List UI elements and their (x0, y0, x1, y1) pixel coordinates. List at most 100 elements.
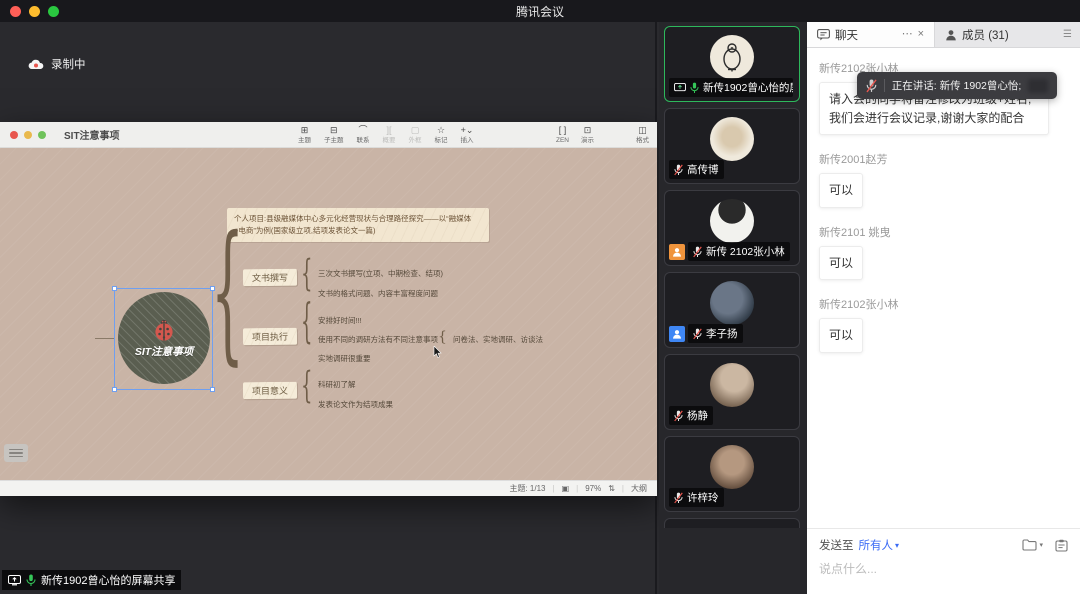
avatar (710, 363, 754, 407)
screen-share-icon (674, 83, 686, 93)
chat-bubble-icon (817, 29, 830, 41)
connector-line (95, 338, 115, 339)
mic-muted-icon (674, 164, 683, 176)
xmind-titlebar: SIT注意事项 ⊞主题 ⊟子主题 ⌒联系 ][概要 ▢外框 ☆标记 +⌄插入 [… (0, 122, 657, 148)
tab-members-label: 成员 (31) (962, 27, 1009, 43)
central-topic[interactable]: SIT注意事项 (118, 292, 210, 384)
branch-label-1[interactable]: 文书撰写 (243, 269, 297, 286)
participant-name: 李子扬 (706, 326, 738, 341)
close-panel-icon[interactable]: × (918, 29, 924, 40)
participant-name: 新传 2102张小林 (706, 244, 785, 259)
sub-brace: { (438, 329, 447, 345)
video-tile[interactable]: 许梓玲 (664, 436, 800, 512)
speaking-toast-text: 正在讲话: 新传 1902曾心怡; (892, 78, 1022, 93)
zoom-level[interactable]: 97% (585, 484, 601, 493)
chevron-down-icon[interactable]: ▾ (895, 541, 899, 550)
chat-input[interactable] (819, 562, 1068, 576)
topic-button[interactable]: ⊞主题 (298, 126, 311, 145)
window-titlebar: 腾讯会议 (0, 0, 1080, 22)
message-bubble: 可以 (819, 246, 863, 281)
zen-icon: [ ] (559, 126, 567, 137)
member-role-icon (669, 326, 685, 342)
xmind-toolbar-right: [ ]ZEN ⊡演示 ◫格式 (556, 122, 649, 148)
tab-members[interactable]: 成员 (31) (935, 22, 1019, 47)
avatar (710, 445, 754, 489)
participant-name-chip: 新传1902曾心怡的屏... (669, 78, 793, 97)
file-button[interactable]: ▾ (1022, 539, 1043, 551)
central-topic-label: SIT注意事项 (135, 344, 193, 359)
participant-name: 许梓玲 (687, 490, 719, 505)
presentation-button[interactable]: ⊡演示 (581, 126, 594, 145)
ladybug-icon (153, 318, 175, 342)
format-button[interactable]: ◫格式 (636, 126, 649, 145)
announcement-button[interactable] (1055, 539, 1068, 552)
xmind-statusbar: 主题: 1/13 | ▣ | 97% ⇅ | 大纲 (0, 480, 657, 496)
branch1-child-2[interactable]: 文书的格式问题、内容丰富程度问题 (318, 288, 438, 299)
message-sender: 新传2102张小林 (819, 296, 1068, 312)
speaking-toast: 正在讲话: 新传 1902曾心怡; (857, 72, 1057, 99)
format-icon: ◫ (638, 126, 647, 137)
tab-chat-label: 聊天 (835, 27, 858, 43)
chevron-down-icon: ▾ (1039, 541, 1043, 549)
marker-icon: ☆ (437, 126, 445, 137)
send-to-selector[interactable]: 所有人 (859, 537, 894, 553)
meeting-window: 腾讯会议 录制中 SIT注意事项 ⊞主题 ⊟子主题 ⌒联系 (0, 0, 1080, 594)
marker-button[interactable]: ☆标记 (435, 126, 448, 145)
xmind-minimize-button[interactable] (24, 131, 32, 139)
avatar (710, 117, 754, 161)
subtopic-icon: ⊟ (330, 126, 338, 137)
screen-share-icon (8, 575, 21, 586)
zen-mode-button[interactable]: [ ]ZEN (556, 126, 569, 145)
branch2-child-1[interactable]: 安排好时间!!! (318, 315, 362, 326)
mouse-cursor (433, 346, 442, 359)
message-sender: 新传2101 姚曳 (819, 224, 1068, 240)
video-tile-partial[interactable] (664, 518, 800, 528)
branch1-child-1[interactable]: 三次文书撰写(立项、中期检查、结项) (318, 268, 443, 279)
participant-name-chip: 新传 2102张小林 (688, 242, 790, 261)
xmind-zoom-button[interactable] (38, 131, 46, 139)
recording-indicator: 录制中 (28, 56, 86, 72)
mindmap-canvas[interactable]: 个人项目:县级融媒体中心多元化经营现状与合理路径探究——以“融媒体+电商”为例(… (0, 148, 657, 480)
members-icon (945, 29, 957, 41)
branch-label-3[interactable]: 项目意义 (243, 382, 297, 399)
video-tile[interactable]: 杨静 (664, 354, 800, 430)
message-sender: 新传2001赵芳 (819, 151, 1068, 167)
branch-label-2[interactable]: 项目执行 (243, 328, 297, 345)
recording-label: 录制中 (51, 56, 86, 72)
branch2-subchild[interactable]: 问卷法、实地调研、访谈法 (453, 334, 543, 345)
tab-chat[interactable]: 聊天 ⋯ × (807, 22, 935, 47)
relationship-button[interactable]: ⌒联系 (357, 126, 370, 145)
video-tile[interactable]: 新传 2102张小林 (664, 190, 800, 266)
branch3-child-1[interactable]: 科研初了解 (318, 379, 356, 390)
more-options-icon[interactable]: ⋯ (902, 29, 913, 40)
zoom-stepper-icon[interactable]: ⇅ (608, 484, 615, 493)
xmind-document-title: SIT注意事项 (64, 127, 120, 142)
subtopic-button[interactable]: ⊟子主题 (324, 126, 344, 145)
panel-menu-icon[interactable]: ☰ (1063, 29, 1072, 40)
member-role-icon (669, 244, 685, 260)
central-brace: { (211, 207, 244, 381)
summary-icon: ][ (386, 126, 391, 137)
branch2-child-2[interactable]: 使用不同的调研方法有不同注意事项 (318, 334, 438, 345)
screen-share-banner: 新传1902曾心怡的屏幕共享 (2, 570, 181, 590)
floating-topic[interactable]: 个人项目:县级融媒体中心多元化经营现状与合理路径探究——以“融媒体+电商”为例(… (227, 208, 489, 242)
chat-panel: 聊天 ⋯ × 成员 (31) ☰ 正在讲话: 新传 1902曾心怡; (807, 22, 1080, 594)
sheets-button[interactable] (4, 444, 28, 462)
branch3-child-2[interactable]: 发表论文作为结项成果 (318, 399, 393, 410)
message-bubble: 可以 (819, 173, 863, 208)
branch2-child-3[interactable]: 实地调研很重要 (318, 353, 371, 364)
boundary-icon: ▢ (411, 126, 420, 137)
xmind-close-button[interactable] (10, 131, 18, 139)
cloud-recording-icon (28, 58, 44, 70)
insert-button[interactable]: +⌄插入 (461, 126, 474, 145)
outline-button[interactable]: 大纲 (631, 483, 647, 494)
mic-muted-icon (866, 79, 877, 93)
video-tile[interactable]: 高传博 (664, 108, 800, 184)
video-tile[interactable]: 新传1902曾心怡的屏... (664, 26, 800, 102)
mic-on-icon (690, 82, 699, 94)
participant-name-chip: 许梓玲 (669, 488, 724, 507)
video-tile[interactable]: 李子扬 (664, 272, 800, 348)
participant-name: 新传1902曾心怡的屏... (703, 80, 793, 95)
fit-view-icon[interactable]: ▣ (562, 484, 570, 493)
chat-messages[interactable]: 正在讲话: 新传 1902曾心怡; 新传2102张小林 请入会的同学将备注修改为… (807, 48, 1080, 528)
